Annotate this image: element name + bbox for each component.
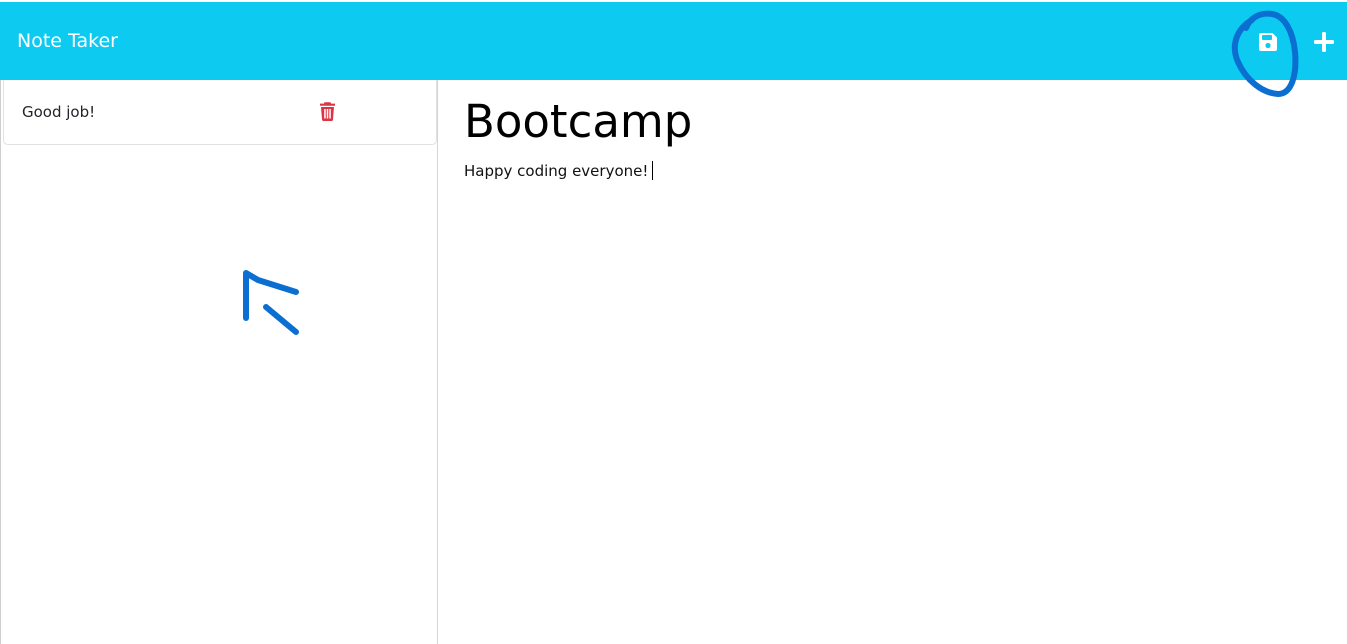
note-text: Happy coding everyone! <box>464 162 649 180</box>
app-title: Note Taker <box>17 30 118 52</box>
trash-icon <box>319 102 335 121</box>
plus-icon <box>1314 32 1334 52</box>
notes-sidebar: Good job! <box>0 80 438 644</box>
note-text-area[interactable]: Happy coding everyone! <box>464 161 1324 601</box>
text-cursor <box>652 161 654 180</box>
floppy-disk-icon <box>1259 33 1277 51</box>
note-list-item[interactable]: Good job! <box>3 80 437 145</box>
note-list-item-title: Good job! <box>22 103 96 121</box>
navbar: Note Taker <box>0 2 1347 80</box>
note-editor: Happy coding everyone! <box>439 80 1347 644</box>
save-note-button[interactable] <box>1254 28 1282 56</box>
delete-note-button[interactable] <box>317 100 337 122</box>
new-note-button[interactable] <box>1310 28 1338 56</box>
note-title-input[interactable] <box>464 94 1324 150</box>
